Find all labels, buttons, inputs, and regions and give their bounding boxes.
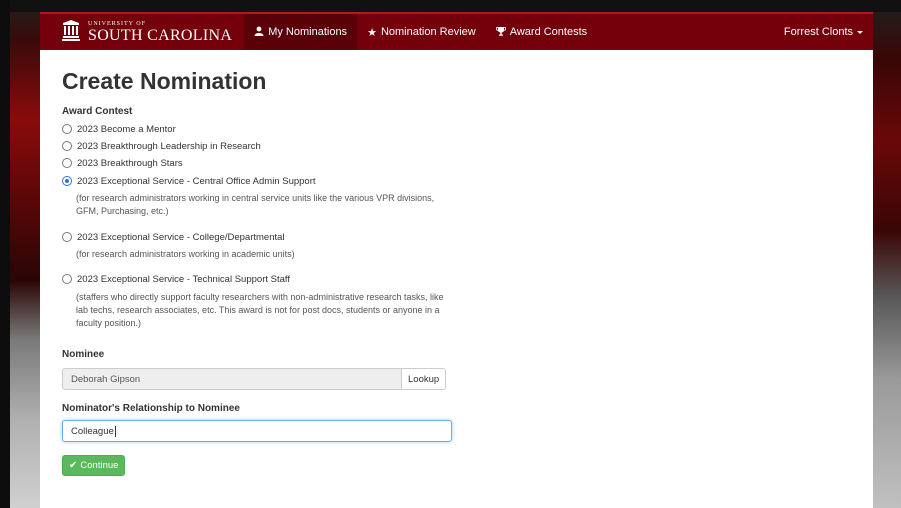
radio-label: 2023 Exceptional Service - Central Offic… — [77, 175, 316, 187]
user-menu-label: Forrest Clonts — [783, 26, 853, 38]
radio-option-technical-support[interactable]: 2023 Exceptional Service - Technical Sup… — [62, 272, 290, 286]
nominee-input-group: Deborah Gipson Lookup — [62, 368, 447, 390]
radio-unchecked-icon[interactable] — [62, 141, 72, 151]
relationship-label: Nominator's Relationship to Nominee — [62, 403, 240, 414]
checkmark-icon: ✔ — [69, 460, 78, 471]
radio-label: 2023 Become a Mentor — [77, 123, 176, 135]
top-navbar: UNIVERSITY OF SOUTH CAROLINA My Nominati… — [40, 14, 873, 50]
radio-unchecked-icon[interactable] — [62, 158, 72, 168]
nav-nomination-review-label: Nomination Review — [380, 26, 476, 38]
radio-option-central-office-admin[interactable]: 2023 Exceptional Service - Central Offic… — [62, 174, 316, 188]
nav-nomination-review[interactable]: ★ Nomination Review — [357, 14, 486, 50]
window-left-edge — [0, 0, 10, 508]
relationship-value: Colleague — [71, 425, 114, 437]
nav-my-nominations[interactable]: My Nominations — [244, 14, 358, 50]
option-description: (staffers who directly support faculty r… — [76, 292, 444, 328]
main-content-panel: Create Nomination Award Contest 2023 Bec… — [40, 50, 873, 508]
continue-button-label: Continue — [80, 460, 119, 471]
university-seal-icon — [62, 20, 80, 44]
radio-checked-icon[interactable] — [62, 176, 72, 186]
nominee-field[interactable]: Deborah Gipson — [62, 368, 402, 390]
caret-down-icon — [857, 30, 863, 34]
lookup-button[interactable]: Lookup — [402, 368, 447, 390]
text-cursor — [114, 425, 116, 437]
window-top-edge — [0, 0, 901, 12]
brand-line-1: UNIVERSITY OF — [88, 20, 146, 27]
radio-option-college-departmental[interactable]: 2023 Exceptional Service - College/Depar… — [62, 230, 285, 244]
continue-button[interactable]: ✔ Continue — [62, 455, 126, 476]
trophy-icon — [495, 26, 506, 39]
star-icon: ★ — [367, 26, 377, 39]
radio-unchecked-icon[interactable] — [62, 274, 72, 284]
background-right-pattern — [873, 0, 901, 508]
page-title: Create Nomination — [62, 68, 267, 94]
relationship-input[interactable]: Colleague — [62, 420, 452, 442]
brand-logo-link[interactable]: UNIVERSITY OF SOUTH CAROLINA — [40, 14, 244, 50]
radio-label: 2023 Exceptional Service - College/Depar… — [77, 231, 285, 243]
radio-label: 2023 Breakthrough Leadership in Research — [77, 140, 261, 152]
radio-option-become-mentor[interactable]: 2023 Become a Mentor — [62, 122, 176, 136]
nav-award-contests[interactable]: Award Contests — [486, 14, 597, 50]
radio-label: 2023 Breakthrough Stars — [77, 157, 183, 169]
nav-award-contests-label: Award Contests — [509, 26, 588, 38]
user-icon — [254, 26, 264, 39]
radio-option-breakthrough-leadership[interactable]: 2023 Breakthrough Leadership in Research — [62, 139, 261, 153]
user-menu-dropdown[interactable]: Forrest Clonts — [774, 14, 873, 50]
radio-unchecked-icon[interactable] — [62, 232, 72, 242]
option-description: (for research administrators working in … — [76, 193, 435, 216]
nominee-label: Nominee — [62, 349, 105, 360]
brand-line-2: SOUTH CAROLINA — [88, 26, 233, 44]
option-description: (for research administrators working in … — [76, 249, 295, 259]
nav-my-nominations-label: My Nominations — [268, 26, 348, 38]
radio-label: 2023 Exceptional Service - Technical Sup… — [77, 273, 290, 285]
award-contest-label: Award Contest — [62, 106, 133, 117]
radio-option-breakthrough-stars[interactable]: 2023 Breakthrough Stars — [62, 156, 183, 170]
radio-unchecked-icon[interactable] — [62, 124, 72, 134]
